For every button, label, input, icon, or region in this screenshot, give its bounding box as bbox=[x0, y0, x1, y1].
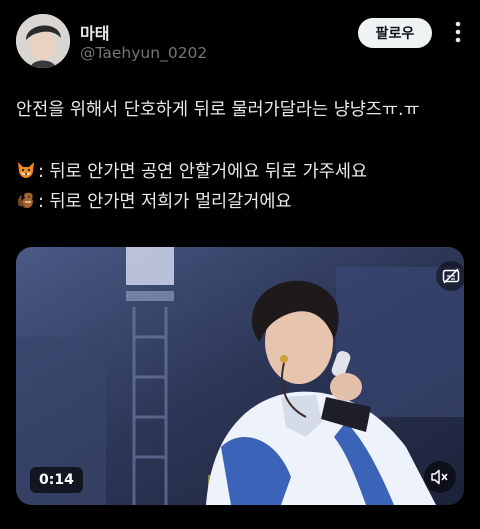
captions-off-icon[interactable] bbox=[436, 261, 464, 291]
tweet-text-line-2-text: : 뒤로 안가면 공연 안할거에요 뒤로 가주세요 bbox=[38, 162, 368, 182]
tweet-header: 마태 @Taehyun_0202 팔로우 bbox=[0, 0, 480, 80]
video-frame bbox=[16, 247, 464, 505]
avatar[interactable] bbox=[16, 14, 70, 68]
fox-emoji-icon bbox=[16, 160, 36, 180]
video-duration: 0:14 bbox=[30, 467, 83, 493]
display-name[interactable]: 마태 bbox=[80, 20, 109, 44]
muted-speaker-icon[interactable] bbox=[424, 461, 456, 493]
tweet-text-line: 안전을 위해서 단호하게 뒤로 물러가달라는 냥냥즈ㅠ.ㅠ bbox=[16, 100, 420, 120]
tweet-text-line: : 뒤로 안가면 공연 안할거에요 뒤로 가주세요 bbox=[16, 160, 367, 184]
follow-button[interactable]: 팔로우 bbox=[358, 18, 432, 48]
tweet-text-line: : 뒤로 안가면 저희가 멀리갈거에요 bbox=[16, 190, 292, 214]
handle[interactable]: @Taehyun_0202 bbox=[80, 44, 207, 62]
chipmunk-emoji-icon bbox=[16, 190, 36, 210]
more-options-icon[interactable] bbox=[446, 18, 470, 46]
tweet-text-line-3-text: : 뒤로 안가면 저희가 멀리갈거에요 bbox=[38, 192, 292, 212]
video-player[interactable]: 0:14 bbox=[16, 247, 464, 505]
